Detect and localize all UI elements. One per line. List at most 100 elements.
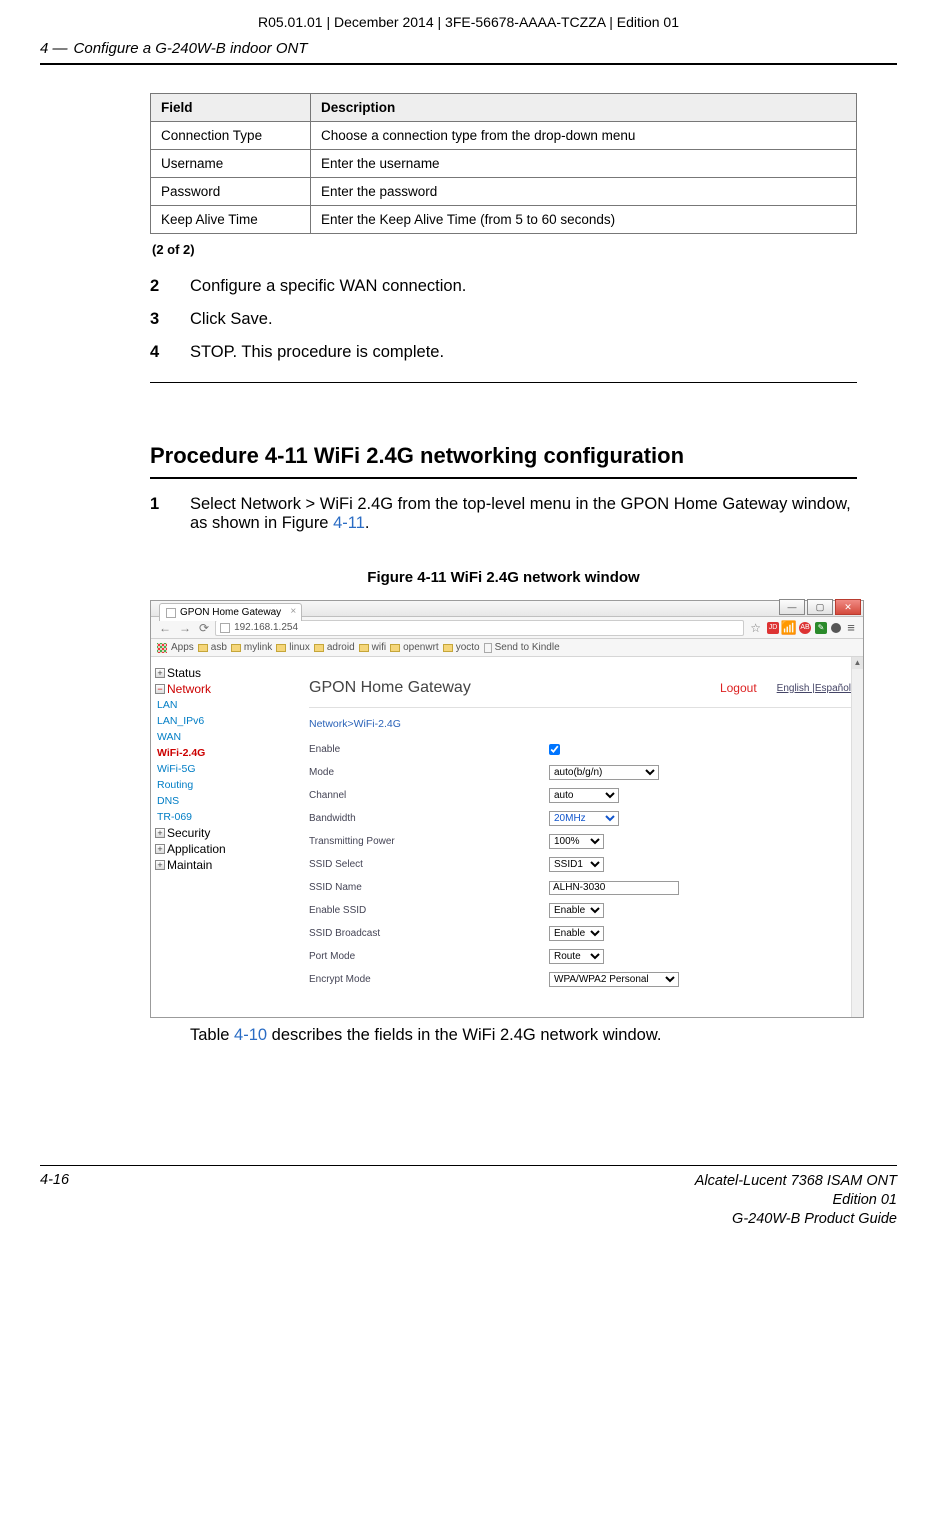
sidebar-label: Maintain [167,858,212,872]
enable-ssid-select[interactable]: Enable [549,903,604,918]
sidebar-item-wifi24[interactable]: WiFi-2.4G [151,745,255,761]
doc-meta-line: R05.01.01 | December 2014 | 3FE-56678-AA… [40,10,897,40]
bookmark-label: asb [211,642,227,653]
nav-reload-icon[interactable]: ⟳ [197,621,211,635]
sidebar-item-lanipv6[interactable]: LAN_IPv6 [151,713,255,729]
sidebar-item-routing[interactable]: Routing [151,777,255,793]
vertical-scrollbar[interactable]: ▲ [851,657,863,1017]
nav-back-icon[interactable]: ← [157,621,173,635]
sidebar-item-application[interactable]: +Application [151,841,255,857]
expand-icon[interactable]: + [155,828,165,838]
sidebar-item-wifi5[interactable]: WiFi-5G [151,761,255,777]
tab-favicon [166,608,176,618]
window-close-button[interactable]: ✕ [835,599,861,615]
expand-icon[interactable]: + [155,860,165,870]
step-num: 4 [150,343,166,362]
browser-window: GPON Home Gateway × — ▢ ✕ ← → ⟳ 192.168.… [150,600,864,1018]
sidebar-item-security[interactable]: +Security [151,825,255,841]
window-maximize-button[interactable]: ▢ [807,599,833,615]
bandwidth-select[interactable]: 20MHz [549,811,619,826]
sidebar-item-wan[interactable]: WAN [151,729,255,745]
encrypt-mode-select[interactable]: WPA/WPA2 Personal [549,972,679,987]
close-tab-icon[interactable]: × [290,606,296,617]
collapse-icon[interactable]: − [155,684,165,694]
app-main: ▲ GPON Home Gateway Logout English |Espa… [259,657,863,1017]
figure-link[interactable]: 4-11 [333,514,365,532]
app-sidebar: +Status −Network LAN LAN_IPv6 WAN WiFi-2… [151,657,259,1017]
cell-desc: Enter the password [311,178,857,206]
bookmark-item[interactable]: mylink [231,642,272,653]
lang-espanol[interactable]: Español [815,683,851,694]
page-icon [484,643,492,653]
sidebar-label: Status [167,666,201,680]
lang-english[interactable]: English [777,683,810,694]
bookmark-item[interactable]: asb [198,642,227,653]
th-field: Field [151,94,311,122]
ssid-name-input[interactable] [549,881,679,895]
label-encrypt-mode: Encrypt Mode [309,974,549,985]
bookmark-star-icon[interactable]: ☆ [748,621,763,635]
apps-label[interactable]: Apps [171,642,194,653]
footer-edition: Edition 01 [695,1191,897,1210]
text: Table [190,1026,234,1044]
bookmark-item[interactable]: adroid [314,642,355,653]
evernote-icon[interactable]: ✎ [815,622,827,634]
bookmark-item[interactable]: wifi [359,642,386,653]
channel-select[interactable]: auto [549,788,619,803]
mode-select[interactable]: auto(b/g/n) [549,765,659,780]
text: . [365,514,370,532]
cell-desc: Enter the username [311,150,857,178]
extension-icon[interactable]: JD [767,622,779,634]
bookmark-label: openwrt [403,642,439,653]
port-mode-select[interactable]: Route [549,949,604,964]
bookmark-item[interactable]: openwrt [390,642,439,653]
sidebar-item-maintain[interactable]: +Maintain [151,857,255,873]
cell-desc: Choose a connection type from the drop-d… [311,122,857,150]
scroll-up-icon[interactable]: ▲ [852,657,863,669]
cell-desc: Enter the Keep Alive Time (from 5 to 60 … [311,206,857,234]
page-icon [220,623,230,633]
enable-checkbox[interactable] [549,744,560,755]
apps-icon[interactable] [157,643,167,653]
folder-icon [231,644,241,652]
browser-tab[interactable]: GPON Home Gateway × [159,603,302,621]
expand-icon[interactable]: + [155,668,165,678]
bookmark-item[interactable]: linux [276,642,310,653]
sidebar-item-lan[interactable]: LAN [151,697,255,713]
label-ssid-name: SSID Name [309,882,549,893]
rss-icon[interactable]: 📶 [783,622,795,634]
ssid-broadcast-select[interactable]: Enable [549,926,604,941]
bookmarks-bar: Apps asb mylink linux adroid wifi openwr… [151,639,863,657]
table-row: PasswordEnter the password [151,178,857,206]
sidebar-item-status[interactable]: +Status [151,665,255,681]
folder-icon [314,644,324,652]
bookmark-item[interactable]: Send to Kindle [484,642,560,653]
sidebar-label: Application [167,842,226,856]
folder-icon [443,644,453,652]
folder-icon [198,644,208,652]
table-page-indicator: (2 of 2) [152,242,857,257]
bookmark-item[interactable]: yocto [443,642,480,653]
cell-field: Keep Alive Time [151,206,311,234]
label-bandwidth: Bandwidth [309,813,549,824]
footer-guide-name: G-240W-B Product Guide [695,1210,897,1229]
sidebar-item-network[interactable]: −Network [151,681,255,697]
sidebar-item-dns[interactable]: DNS [151,793,255,809]
url-input[interactable]: 192.168.1.254 [215,620,744,636]
table-link[interactable]: 4-10 [234,1026,267,1044]
logout-link[interactable]: Logout [720,681,757,695]
ssid-select[interactable]: SSID1 [549,857,604,872]
nav-forward-icon[interactable]: → [177,621,193,635]
sidebar-item-tr069[interactable]: TR-069 [151,809,255,825]
browser-menu-icon[interactable]: ≡ [845,622,857,634]
table-row: Connection TypeChoose a connection type … [151,122,857,150]
table-row: UsernameEnter the username [151,150,857,178]
page-footer: 4-16 Alcatel-Lucent 7368 ISAM ONT Editio… [40,1165,897,1229]
adblock-icon[interactable]: AB [799,622,811,634]
window-minimize-button[interactable]: — [779,599,805,615]
extension-icon[interactable] [831,623,841,633]
page-title: GPON Home Gateway [309,679,471,697]
expand-icon[interactable]: + [155,844,165,854]
txpower-select[interactable]: 100% [549,834,604,849]
label-port-mode: Port Mode [309,951,549,962]
